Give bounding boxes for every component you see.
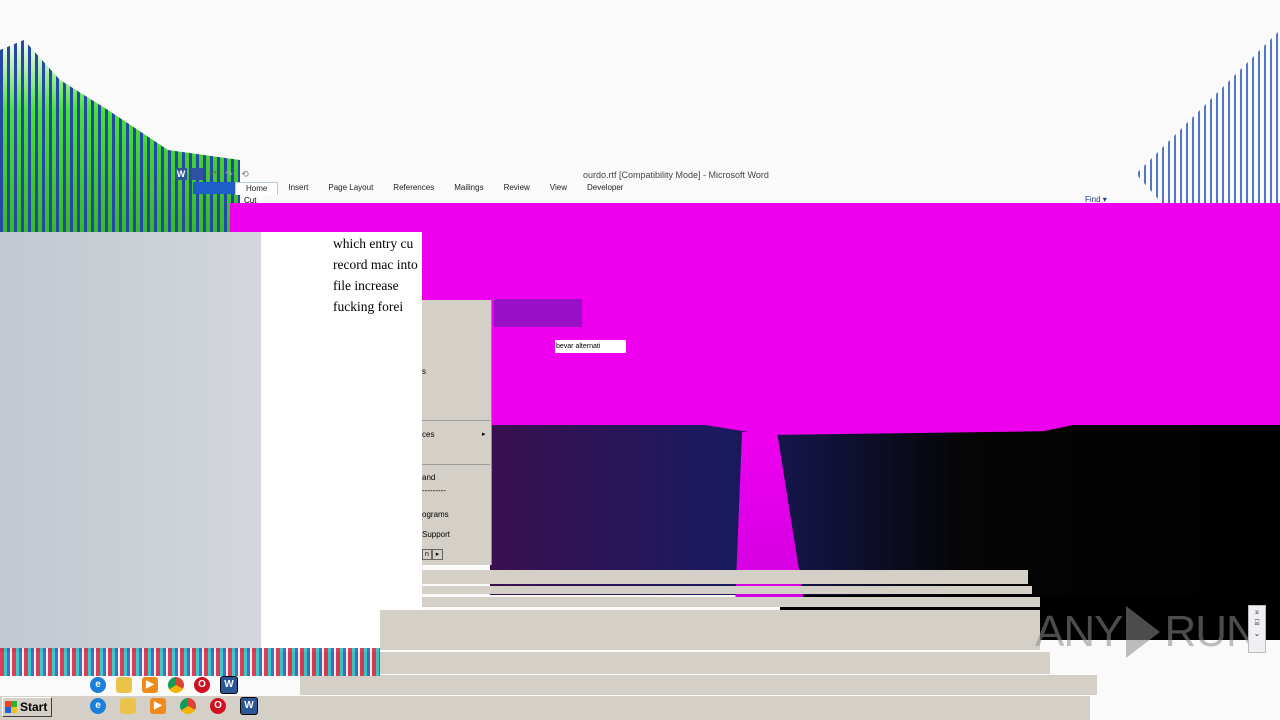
menu-item[interactable]: and — [422, 473, 435, 482]
scroll-up-icon[interactable]: ⌅ — [1249, 606, 1265, 617]
glitch-grey-bar — [300, 675, 1097, 695]
tab-file[interactable] — [193, 182, 235, 194]
tab-insert[interactable]: Insert — [278, 182, 318, 194]
glitch-purple-block — [494, 299, 582, 327]
word-icon: W — [220, 676, 238, 694]
menu-item[interactable]: ces — [422, 430, 434, 439]
menu-arrow-button[interactable]: ▸ — [432, 549, 443, 560]
word-app-icon[interactable]: W — [175, 168, 187, 180]
media-player-icon[interactable]: ▶ — [150, 698, 166, 714]
glitch-grey-bar — [380, 610, 1040, 650]
menu-separator — [422, 464, 490, 465]
glitch-grey-bar — [422, 586, 1032, 594]
tab-references[interactable]: References — [383, 182, 444, 194]
document-text-line: record mac into — [333, 257, 418, 272]
taskbar-glitch — [0, 648, 380, 676]
document-text-line: file increase — [333, 278, 399, 293]
folder-icon — [116, 677, 132, 693]
menu-separator — [422, 420, 490, 421]
opera-icon: O — [194, 677, 210, 693]
glitch-grey-bar — [422, 597, 1040, 607]
chrome-icon[interactable] — [180, 698, 196, 714]
tab-developer[interactable]: Developer — [577, 182, 633, 194]
word-icon[interactable]: W — [240, 697, 258, 715]
scroll-widget[interactable]: ⌅ ⌸ ⌄ — [1248, 605, 1266, 653]
media-player-icon: ▶ — [142, 677, 158, 693]
submenu-arrow-icon: ▸ — [482, 431, 486, 438]
document-workspace — [0, 232, 262, 652]
ie-icon[interactable]: e — [90, 698, 106, 714]
glitch-grey-bar — [422, 570, 1028, 584]
ribbon-tabs: Home Insert Page Layout References Maili… — [193, 182, 633, 195]
start-label: Start — [20, 700, 48, 714]
glitch-artifact-left — [0, 40, 240, 240]
menu-item[interactable]: Support — [422, 530, 450, 539]
start-button[interactable]: Start — [2, 697, 52, 717]
repeat-icon[interactable]: ⟲ — [239, 168, 251, 180]
tab-view[interactable]: View — [540, 182, 577, 194]
anyrun-watermark: ANY RUN — [1035, 606, 1258, 658]
scroll-down-icon[interactable]: ⌄ — [1249, 628, 1265, 639]
undo-icon[interactable]: ↶ — [207, 168, 219, 180]
glitch-tooltip: bevar alternati — [555, 340, 626, 353]
folder-icon[interactable] — [120, 698, 136, 714]
redo-icon[interactable]: ↷ — [223, 168, 235, 180]
opera-icon[interactable]: O — [210, 698, 226, 714]
play-icon — [1126, 606, 1161, 658]
tab-review[interactable]: Review — [494, 182, 540, 194]
document-text-line: fucking forei — [333, 299, 404, 314]
document-text-line: which entry cu — [333, 236, 414, 251]
menu-button[interactable]: n — [422, 549, 432, 560]
taskbar-ghost-icons: e ▶ O W — [90, 674, 290, 696]
document-page[interactable]: which entry cu record mac into file incr… — [261, 232, 422, 648]
watermark-right: RUN — [1164, 607, 1257, 656]
glitch-grey-bar — [280, 652, 1050, 674]
scroll-page-icon[interactable]: ⌸ — [1249, 617, 1265, 628]
watermark-left: ANY — [1035, 607, 1123, 656]
chrome-icon — [168, 677, 184, 693]
quick-access-toolbar: W ↶ ↷ ⟲ — [175, 168, 251, 180]
save-icon[interactable] — [191, 168, 203, 180]
tab-home[interactable]: Home — [235, 182, 279, 195]
windows-logo-icon — [5, 701, 17, 713]
window-title: ourdo.rtf [Compatibility Mode] - Microso… — [583, 170, 769, 180]
menu-item-separator-text: --------- — [422, 486, 446, 495]
tab-page-layout[interactable]: Page Layout — [318, 182, 383, 194]
glitch-artifact-right — [1136, 30, 1280, 210]
quick-launch: e ▶ O W — [90, 697, 258, 715]
menu-item[interactable]: ograms — [422, 510, 449, 519]
tab-mailings[interactable]: Mailings — [444, 182, 493, 194]
menu-item[interactable]: s — [422, 367, 426, 376]
start-menu-fragment: s ces ▸ and --------- ograms Support n ▸ — [422, 300, 492, 565]
ie-icon: e — [90, 677, 106, 693]
